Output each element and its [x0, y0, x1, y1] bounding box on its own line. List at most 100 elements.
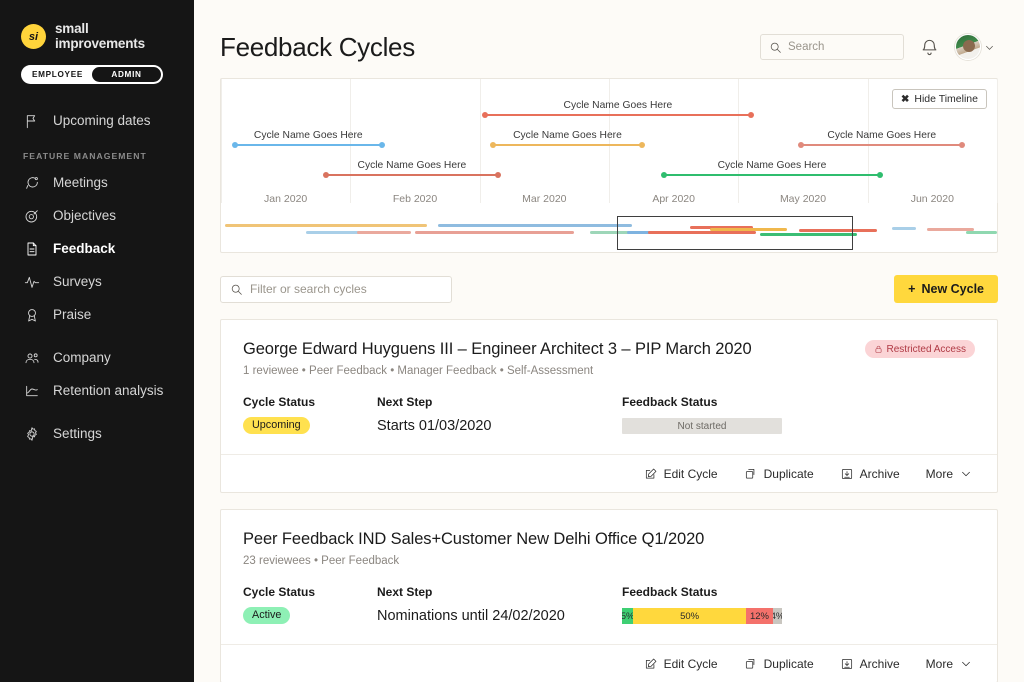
cycle-card: George Edward Huyguens III – Engineer Ar… [220, 319, 998, 493]
timeline-bar-line [491, 144, 644, 146]
role-toggle-employee[interactable]: EMPLOYEE [23, 67, 92, 82]
sidebar-item-settings[interactable]: Settings [0, 417, 194, 450]
edit-cycle-button[interactable]: Edit Cycle [644, 467, 718, 481]
feedback-status-segment: 4% [773, 608, 782, 624]
pulse-icon [23, 273, 40, 290]
duplicate-button[interactable]: Duplicate [744, 467, 814, 481]
timeline-month-label: Feb 2020 [393, 193, 437, 205]
plus-icon: + [908, 282, 915, 296]
document-icon [23, 240, 40, 257]
duplicate-label: Duplicate [764, 657, 814, 671]
sidebar: si small improvements EMPLOYEE ADMIN Upc… [0, 0, 194, 682]
page-title: Feedback Cycles [220, 32, 415, 63]
sidebar-item-upcoming-dates[interactable]: Upcoming dates [0, 104, 194, 137]
timeline-bar-end-cap [379, 142, 385, 148]
search-icon [769, 41, 782, 54]
timeline-plot[interactable]: Cycle Name Goes Here Cycle Name Goes Here… [221, 79, 997, 203]
feedback-status-col: Feedback Status5%50%12%4% [622, 585, 782, 624]
more-button[interactable]: More [926, 467, 973, 481]
timeline-cycle-bar[interactable]: Cycle Name Goes Here [662, 161, 882, 179]
cycle-meta: Cycle StatusActiveNext StepNominations u… [243, 585, 975, 644]
status-badge: Active [243, 607, 290, 624]
timeline-gridline [738, 79, 739, 203]
restricted-label: Restricted Access [887, 344, 966, 355]
topbar-right: Search [760, 34, 995, 60]
target-icon [23, 207, 40, 224]
role-toggle-admin[interactable]: ADMIN [92, 67, 161, 82]
sidebar-item-retention-analysis[interactable]: Retention analysis [0, 374, 194, 407]
feedback-status-empty: Not started [622, 418, 782, 434]
timeline-cycle-label: Cycle Name Goes Here [254, 130, 363, 141]
bell-icon[interactable] [920, 38, 939, 57]
cycle-title[interactable]: Peer Feedback IND Sales+Customer New Del… [243, 530, 704, 549]
minimap-bar [225, 224, 427, 227]
sidebar-nav: Upcoming dates FEATURE MANAGEMENT Meetin… [0, 104, 194, 450]
minimap-bar [415, 231, 574, 234]
search-icon [230, 283, 243, 296]
sidebar-item-label: Feedback [53, 241, 115, 256]
sidebar-item-surveys[interactable]: Surveys [0, 265, 194, 298]
sidebar-item-objectives[interactable]: Objectives [0, 199, 194, 232]
status-badge-restricted: Restricted Access [865, 340, 975, 358]
timeline-cycle-bar[interactable]: Cycle Name Goes Here [799, 131, 964, 149]
timeline-cycle-bar[interactable]: Cycle Name Goes Here [483, 101, 752, 119]
nav-divider-1 [0, 331, 194, 341]
timeline-cycle-bar[interactable]: Cycle Name Goes Here [491, 131, 644, 149]
timeline-panel: ✖ Hide Timeline Cycle Name Goes HereCycl… [220, 78, 998, 253]
sidebar-item-meetings[interactable]: Meetings [0, 166, 194, 199]
sidebar-item-feedback[interactable]: Feedback [0, 232, 194, 265]
next-step-label: Next Step [377, 395, 622, 409]
filter-input[interactable]: Filter or search cycles [220, 276, 452, 303]
more-button[interactable]: More [926, 657, 973, 671]
account-menu[interactable] [955, 34, 995, 60]
archive-button[interactable]: Archive [840, 467, 900, 481]
next-step-value: Nominations until 24/02/2020 [377, 608, 622, 624]
feedback-status-segment: 50% [633, 608, 746, 624]
timeline-bar-line [662, 174, 882, 176]
timeline-month-axis: Jan 2020Feb 2020Mar 2020Apr 2020May 2020… [221, 193, 997, 215]
award-icon [23, 306, 40, 323]
timeline-bar-start-cap [482, 112, 488, 118]
si-logo-icon: si [21, 24, 46, 49]
avatar [955, 34, 981, 60]
minimap-bar [357, 231, 411, 234]
brand-logo[interactable]: si small improvements [0, 18, 194, 51]
timeline-bar-end-cap [639, 142, 645, 148]
timeline-minimap[interactable] [221, 214, 997, 252]
sidebar-item-company[interactable]: Company [0, 341, 194, 374]
cycle-subtitle: 23 reviewees • Peer Feedback [243, 555, 975, 567]
archive-button[interactable]: Archive [840, 657, 900, 671]
edit-cycle-button[interactable]: Edit Cycle [644, 657, 718, 671]
hide-timeline-button[interactable]: ✖ Hide Timeline [892, 89, 987, 109]
search-input[interactable]: Search [760, 34, 904, 60]
feedback-status-segment: 5% [622, 608, 633, 624]
timeline-bar-end-cap [748, 112, 754, 118]
new-cycle-button[interactable]: + New Cycle [894, 275, 998, 303]
next-step-col: Next Step Nominations until 24/02/2020 [377, 585, 622, 624]
feedback-status-label: Feedback Status [622, 585, 782, 599]
timeline-bar-end-cap [877, 172, 883, 178]
feedback-status-col: Feedback StatusNot started [622, 395, 782, 434]
more-label: More [926, 467, 953, 481]
edit-cycle-label: Edit Cycle [664, 657, 718, 671]
timeline-cycle-label: Cycle Name Goes Here [358, 160, 467, 171]
role-toggle[interactable]: EMPLOYEE ADMIN [21, 65, 163, 84]
cycle-card-header: Peer Feedback IND Sales+Customer New Del… [243, 530, 975, 549]
brand-line-1: small [55, 22, 145, 37]
app-root: si small improvements EMPLOYEE ADMIN Upc… [0, 0, 1024, 682]
cycle-title[interactable]: George Edward Huyguens III – Engineer Ar… [243, 340, 752, 359]
timeline-cycle-bar[interactable]: Cycle Name Goes Here [324, 161, 499, 179]
minimap-brush[interactable] [617, 216, 854, 250]
brand-line-2: improvements [55, 37, 145, 52]
duplicate-button[interactable]: Duplicate [744, 657, 814, 671]
timeline-month-label: May 2020 [780, 193, 826, 205]
gear-icon [23, 425, 40, 442]
sidebar-item-praise[interactable]: Praise [0, 298, 194, 331]
chevron-down-icon [984, 42, 995, 53]
timeline-bar-line [324, 174, 499, 176]
flag-icon [23, 112, 40, 129]
timeline-cycle-bar[interactable]: Cycle Name Goes Here [233, 131, 384, 149]
sidebar-item-label: Meetings [53, 175, 108, 190]
next-step-label: Next Step [377, 585, 622, 599]
timeline-bar-start-cap [661, 172, 667, 178]
